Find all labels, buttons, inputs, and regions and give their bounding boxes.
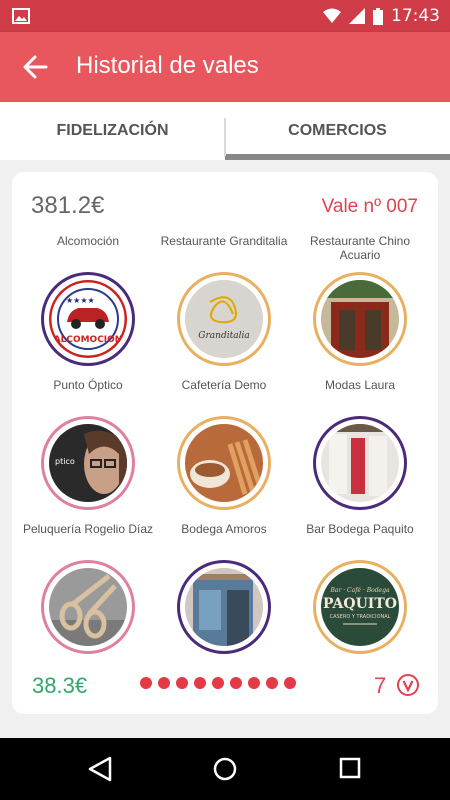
svg-text:★★★★: ★★★★ [66,296,95,305]
scissors-image [49,568,127,646]
total-amount: 381.2€ [31,192,105,219]
shop-name: Bodega Amoros [181,522,267,536]
shop-logo: ptico [41,416,135,510]
progress-dot [212,677,224,689]
svg-text:ALCOMOCION: ALCOMOCION [54,335,123,345]
progress-dot [176,677,188,689]
tab-divider [224,118,226,156]
svg-text:Granditalia: Granditalia [198,331,249,341]
battery-icon [373,7,383,25]
status-bar: 17:43 [0,0,450,32]
shop-name: Restaurante Chino Acuario [309,234,411,262]
clothing-image [321,424,399,502]
granditalia-logo-image: Granditalia [185,280,263,358]
optician-image: ptico [49,424,127,502]
shop-logo [313,272,407,366]
shop-item[interactable]: Cafetería Demo [156,378,292,520]
car-logo-image: ★★★★ ALCOMOCION [49,280,127,358]
paquito-logo-image: Bar · Café · Bodega PAQUITO CASERO Y TRA… [321,568,399,646]
shop-name: Cafetería Demo [181,378,267,392]
svg-text:PAQUITO: PAQUITO [323,596,397,612]
voucher-card: 381.2€ Vale nº 007 Alcomoción ★★★★ ALCOM… [12,172,438,714]
shop-name: Restaurante Granditalia [160,234,288,248]
signal-icon [349,8,365,24]
churros-image [185,424,263,502]
app-bar: Historial de vales [0,32,450,102]
shop-name: Bar Bodega Paquito [306,522,414,536]
shop-logo [177,560,271,654]
restaurant-front-image [321,280,399,358]
home-nav-icon[interactable] [212,756,238,782]
page-title: Historial de vales [76,52,259,79]
remaining-amount: 38.3€ [32,673,88,698]
progress-dot [194,677,206,689]
shop-logo: Granditalia [177,272,271,366]
shop-item[interactable]: Restaurante Chino Acuario [292,234,428,376]
recents-nav-icon[interactable] [339,756,361,780]
wine-shop-image [185,568,263,646]
clock: 17:43 [391,6,440,26]
shop-item[interactable]: Peluquería Rogelio Díaz [20,522,156,664]
shop-item[interactable]: Bar Bodega Paquito Bar · Café · Bodega P… [292,522,428,664]
wifi-icon [323,8,341,23]
shop-item[interactable]: Bodega Amoros [156,522,292,664]
back-nav-icon[interactable] [88,756,112,782]
svg-text:ptico: ptico [55,457,75,466]
progress-dot [140,677,152,689]
progress-dot [158,677,170,689]
shop-item[interactable]: Modas Laura [292,378,428,520]
back-arrow-icon[interactable] [22,54,48,80]
shop-logo [41,560,135,654]
tab-fidelizacion[interactable]: FIDELIZACIÓN [0,102,225,160]
svg-text:Bar · Café · Bodega: Bar · Café · Bodega [329,587,389,594]
voucher-v-icon [397,674,419,696]
progress-dot [284,677,296,689]
shop-item[interactable]: Restaurante Granditalia Granditalia [156,234,292,376]
shop-logo: Bar · Café · Bodega PAQUITO CASERO Y TRA… [313,560,407,654]
tab-comercios[interactable]: COMERCIOS [225,102,450,160]
shop-name: Modas Laura [324,378,396,392]
image-notification-icon [12,8,30,24]
shop-name: Alcomoción [56,234,120,248]
shop-logo [177,416,271,510]
shop-logo [313,416,407,510]
shop-grid: Alcomoción ★★★★ ALCOMOCION Restaurante G… [20,234,428,664]
voucher-count: 7 [374,673,387,698]
shop-item[interactable]: Alcomoción ★★★★ ALCOMOCION [20,234,156,376]
shop-item[interactable]: Punto Óptico ptico [20,378,156,520]
voucher-number: Vale nº 007 [321,196,418,217]
svg-text:CASERO Y TRADICIONAL: CASERO Y TRADICIONAL [330,614,391,620]
shop-name: Punto Óptico [53,378,123,392]
progress-dot [248,677,260,689]
shop-logo: ★★★★ ALCOMOCION [41,272,135,366]
progress-dot [266,677,278,689]
progress-dot [230,677,242,689]
shop-name: Peluquería Rogelio Díaz [22,522,154,536]
progress-dots [140,677,296,689]
